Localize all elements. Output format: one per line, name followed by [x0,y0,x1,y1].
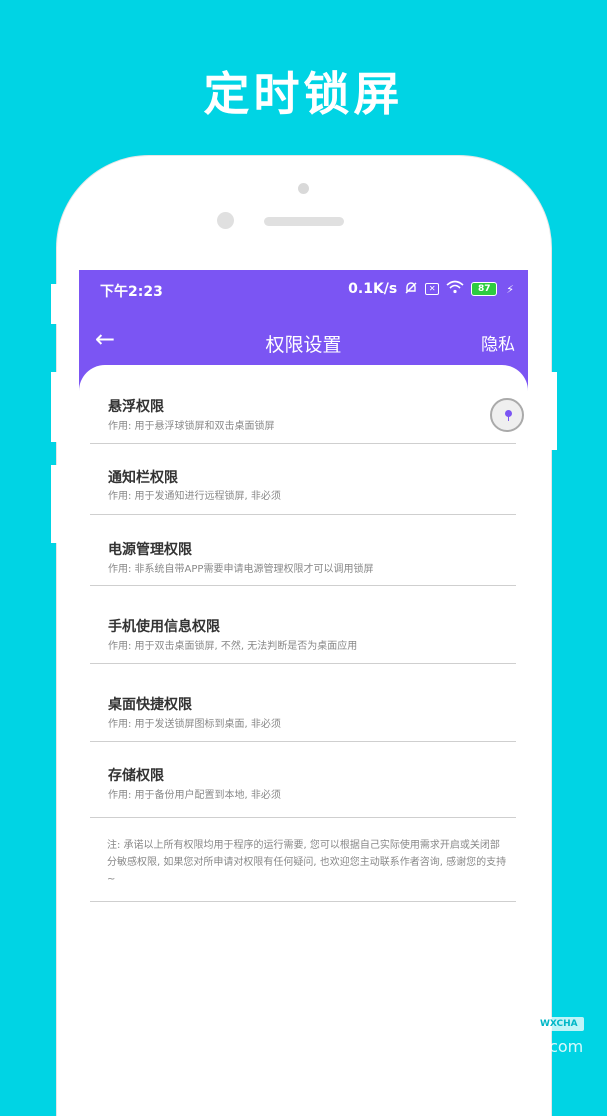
battery-level: 87 [471,282,498,296]
bell-off-icon [404,281,418,298]
app-header: ← 权限设置 隐私 [79,310,528,372]
permission-item-storage[interactable]: 存储权限 作用: 用于备份用户配置到本地, 非必须 [90,742,516,818]
phone-volume-down-button [51,465,57,543]
permission-desc: 作用: 非系统自带APP需要申请电源管理权限才可以调用锁屏 [108,564,374,575]
permission-desc: 作用: 用于发通知进行远程锁屏, 非必须 [108,491,281,502]
watermark-text: 微茶 [448,1021,520,1061]
phone-side-button [51,284,57,324]
bolt-icon: ⚡ [506,282,514,296]
net-speed: 0.1K/s [348,281,398,297]
promo-title: 定时锁屏 [203,67,404,121]
watermark-badge: WXCHA [534,1017,584,1031]
permission-title: 电源管理权限 [108,542,192,558]
permissions-panel: 悬浮权限 作用: 用于悬浮球锁屏和双击桌面锁屏 通知栏权限 作用: 用于发通知进… [79,365,528,1080]
phone-power-button [551,372,557,450]
watermark: 微茶 WXCHA .com [448,1013,584,1062]
status-time: 下午2:23 [100,284,163,300]
watermark-domain: .com [544,1037,584,1056]
earpiece-speaker [264,217,344,226]
permission-note: 注: 承诺以上所有权限均用于程序的运行需要, 您可以根据自己实际使用需求开启或关… [107,840,507,885]
permission-desc: 作用: 用于双击桌面锁屏, 不然, 无法判断是否为桌面应用 [108,641,358,652]
phone-volume-up-button [51,372,57,442]
permission-item-overlay[interactable]: 悬浮权限 作用: 用于悬浮球锁屏和双击桌面锁屏 [90,373,516,444]
floating-lock-ball[interactable] [490,398,524,432]
permission-desc: 作用: 用于发送锁屏图标到桌面, 非必须 [108,719,281,730]
permission-desc: 作用: 用于备份用户配置到本地, 非必须 [108,790,281,801]
divider [90,901,516,902]
permission-title: 通知栏权限 [108,470,178,486]
permission-title: 存储权限 [108,768,164,784]
permission-title: 手机使用信息权限 [108,619,220,635]
privacy-link[interactable]: 隐私 [481,330,515,355]
page-title: 权限设置 [265,334,342,356]
permission-item-shortcut[interactable]: 桌面快捷权限 作用: 用于发送锁屏图标到桌面, 非必须 [90,664,516,742]
permission-title: 桌面快捷权限 [108,697,192,713]
sim-x-icon: ✕ [425,283,440,295]
status-bar: 下午2:23 0.1K/s ✕ 87 ⚡ [79,270,528,310]
front-camera [298,183,309,194]
permission-item-power[interactable]: 电源管理权限 作用: 非系统自带APP需要申请电源管理权限才可以调用锁屏 [90,515,516,586]
app-screen: 下午2:23 0.1K/s ✕ 87 ⚡ ← 权限设置 隐私 悬浮权限 作用: … [79,270,528,1080]
permission-item-notification[interactable]: 通知栏权限 作用: 用于发通知进行远程锁屏, 非必须 [90,444,516,515]
permission-title: 悬浮权限 [108,399,164,415]
permission-desc: 作用: 用于悬浮球锁屏和双击桌面锁屏 [108,421,275,432]
battery-indicator: 87 [471,282,498,296]
wifi-icon [446,280,464,298]
permission-item-usage-stats[interactable]: 手机使用信息权限 作用: 用于双击桌面锁屏, 不然, 无法判断是否为桌面应用 [90,586,516,664]
proximity-sensor [217,212,234,229]
